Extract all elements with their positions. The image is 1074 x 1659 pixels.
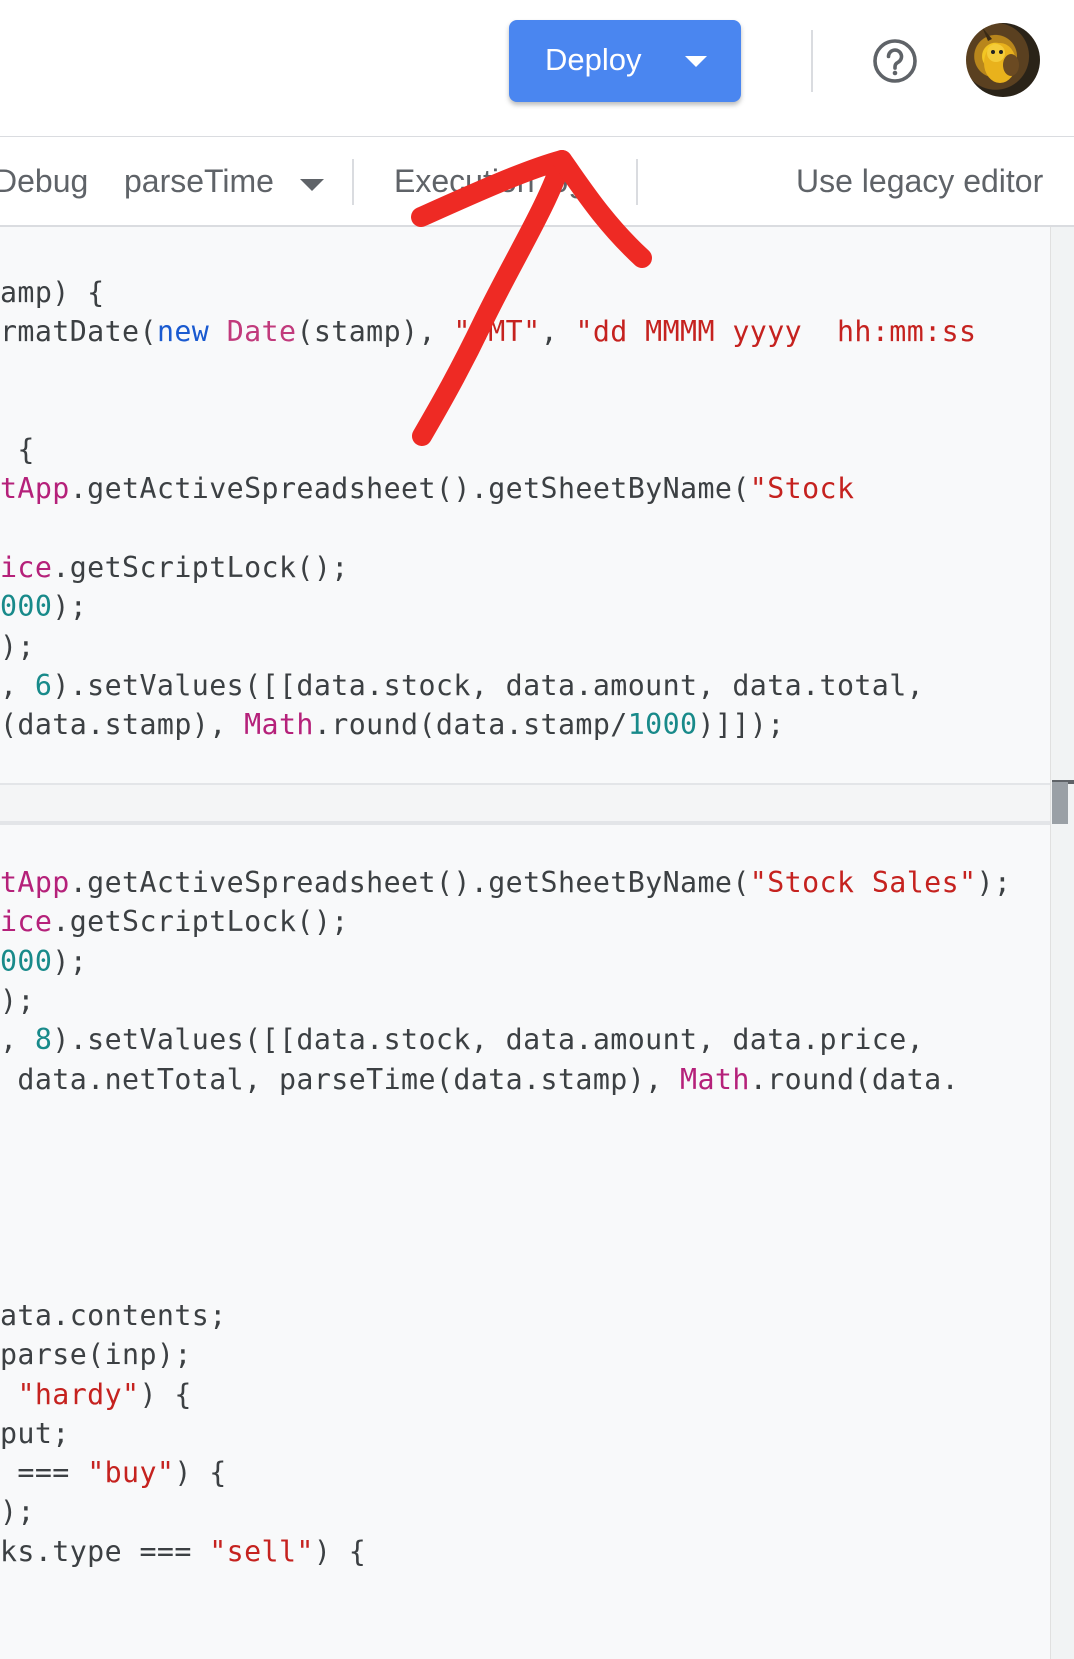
chevron-down-icon[interactable]	[685, 56, 707, 67]
execution-log-button[interactable]: Execution log	[394, 163, 586, 200]
header-divider	[811, 30, 813, 92]
editor-fold-divider	[0, 783, 1050, 825]
code-line: rmatDate(new Date(stamp), "GMT", "dd MMM…	[0, 315, 977, 348]
code-line: 000);	[0, 945, 88, 978]
code-line: (data.stamp), Math.round(data.stamp/1000…	[0, 708, 785, 741]
chevron-down-icon[interactable]	[300, 179, 324, 191]
code-line: parse(inp);	[0, 1338, 192, 1371]
debug-button[interactable]: Debug	[0, 163, 88, 200]
code-line: 000);	[0, 590, 88, 623]
code-line: put;	[0, 1417, 70, 1450]
editor-toolbar: Debug parseTime Execution log Use legacy…	[0, 137, 1074, 227]
code-line: === "buy") {	[0, 1456, 227, 1489]
code-line: ks.type === "sell") {	[0, 1535, 367, 1568]
top-header: Deploy	[0, 0, 1074, 137]
help-icon[interactable]	[872, 38, 918, 84]
scrollbar-thumb[interactable]	[1052, 782, 1068, 824]
avatar[interactable]	[966, 23, 1040, 97]
code-line: data.netTotal, parseTime(data.stamp), Ma…	[0, 1063, 959, 1096]
function-selector[interactable]: parseTime	[124, 163, 274, 200]
vertical-scrollbar[interactable]	[1050, 227, 1074, 1659]
code-line: );	[0, 1495, 35, 1528]
code-line: "hardy") {	[17, 1378, 192, 1411]
code-line: );	[0, 984, 35, 1017]
code-editor[interactable]: amp) { rmatDate(new Date(stamp), "GMT", …	[0, 227, 1050, 1659]
deploy-label: Deploy	[545, 42, 642, 77]
use-legacy-editor-link[interactable]: Use legacy editor	[796, 163, 1043, 200]
code-line: ice.getScriptLock();	[0, 905, 349, 938]
code-line: ata.contents;	[0, 1299, 227, 1332]
toolbar-divider	[636, 159, 638, 205]
code-line: , 8).setValues([[data.stock, data.amount…	[0, 1023, 925, 1056]
code-line: );	[0, 630, 35, 663]
code-line: tApp.getActiveSpreadsheet().getSheetByNa…	[0, 866, 1012, 899]
code-line: , 6).setValues([[data.stock, data.amount…	[0, 669, 925, 702]
deploy-button[interactable]: Deploy	[509, 20, 741, 102]
code-line: ice.getScriptLock();	[0, 551, 349, 584]
code-line: tApp.getActiveSpreadsheet().getSheetByNa…	[0, 472, 855, 505]
code-line: {	[0, 433, 35, 466]
toolbar-divider	[352, 159, 354, 205]
code-line: amp) {	[0, 276, 105, 309]
